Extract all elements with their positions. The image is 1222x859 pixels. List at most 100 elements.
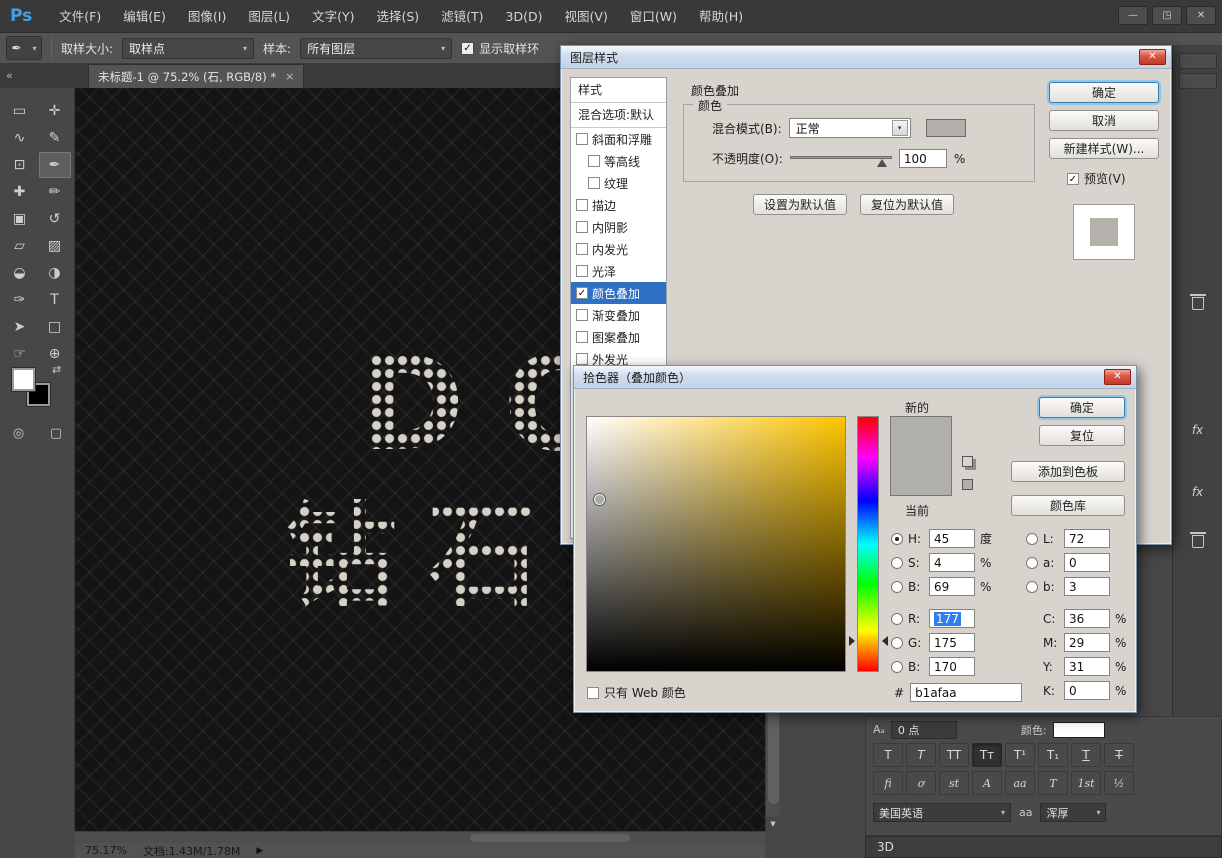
checkbox-icon[interactable] [576, 221, 588, 233]
swap-colors-icon[interactable]: ⇄ [52, 363, 61, 376]
menu-filter[interactable]: 滤镜(T) [430, 0, 494, 33]
preview-checkbox[interactable]: ✓ 预览(V) [1067, 170, 1159, 187]
hue-input[interactable]: 45 [929, 529, 975, 548]
close-button[interactable]: ✕ [1186, 6, 1216, 25]
hue-slider[interactable] [857, 416, 879, 672]
menu-3d[interactable]: 3D(D) [495, 0, 554, 33]
eyedropper-tool[interactable]: ✒ [39, 152, 71, 178]
red-radio[interactable] [891, 613, 903, 625]
style-item-stroke[interactable]: 描边 [571, 194, 666, 216]
color-libraries-button[interactable]: 颜色库 [1011, 495, 1125, 516]
style-item-gradient-overlay[interactable]: 渐变叠加 [571, 304, 666, 326]
foreground-color-swatch[interactable] [12, 368, 35, 391]
gradient-tool[interactable]: ▨ [39, 233, 71, 259]
layer-effects-fx-icon[interactable]: fx [1173, 423, 1222, 437]
menu-window[interactable]: 窗口(W) [619, 0, 688, 33]
faux-italic-button[interactable]: T [906, 743, 936, 767]
close-icon[interactable]: ✕ [1104, 369, 1131, 385]
lab-l-input[interactable]: 72 [1064, 529, 1110, 548]
new-style-button[interactable]: 新建样式(W)... [1049, 138, 1159, 159]
maximize-button[interactable]: ◳ [1152, 6, 1182, 25]
show-sampling-ring-checkbox[interactable]: ✓ 显示取样环 [461, 40, 539, 57]
yellow-input[interactable]: 31 [1064, 657, 1110, 676]
faux-bold-button[interactable]: T [873, 743, 903, 767]
layer-style-dialog-titlebar[interactable]: 图层样式 ✕ [561, 46, 1171, 69]
lab-b-input[interactable]: 3 [1064, 577, 1110, 596]
type-tool[interactable]: T [39, 287, 71, 313]
style-item-inner-glow[interactable]: 内发光 [571, 238, 666, 260]
lab-a-input[interactable]: 0 [1064, 553, 1110, 572]
opacity-slider-thumb[interactable] [877, 159, 887, 167]
baseline-shift-field[interactable]: 0 点 [891, 721, 957, 739]
layer-effects-fx-icon[interactable]: fx [1173, 485, 1222, 499]
path-selection-tool[interactable]: ➤ [4, 314, 36, 340]
collapsed-panel-tab[interactable] [1179, 53, 1217, 69]
all-caps-button[interactable]: TT [939, 743, 969, 767]
anti-alias-dropdown[interactable]: 浑厚 ▾ [1040, 803, 1106, 822]
spot-healing-brush-tool[interactable]: ✚ [4, 179, 36, 205]
blending-options-item[interactable]: 混合选项:默认 [571, 103, 666, 128]
style-item-contour[interactable]: 等高线 [571, 150, 666, 172]
text-color-swatch[interactable] [1053, 722, 1105, 738]
ordinals-button[interactable]: 1st [1071, 771, 1101, 795]
rectangle-tool[interactable]: □ [39, 314, 71, 340]
opacity-slider[interactable] [790, 151, 892, 167]
web-colors-only-checkbox[interactable]: 只有 Web 颜色 [587, 684, 686, 701]
hue-radio[interactable] [891, 533, 903, 545]
collapsed-panel-tab[interactable] [1179, 73, 1217, 89]
document-tab[interactable]: 未标题-1 @ 75.2% (石, RGB/8) * × [88, 64, 304, 88]
magenta-input[interactable]: 29 [1064, 633, 1110, 652]
checkbox-icon[interactable] [588, 155, 600, 167]
web-safe-color-swatch[interactable] [962, 479, 973, 490]
checkbox-icon[interactable] [576, 353, 588, 365]
menu-edit[interactable]: 编辑(E) [112, 0, 177, 33]
contextual-alternates-button[interactable]: ơ [906, 771, 936, 795]
small-caps-button[interactable]: Tᴛ [972, 743, 1002, 767]
blur-tool[interactable]: ◒ [4, 260, 36, 286]
blend-mode-dropdown[interactable]: 正常 ▾ [789, 118, 911, 138]
hue-slider-left-arrow[interactable] [849, 636, 855, 646]
checkbox-icon[interactable] [576, 133, 588, 145]
saturation-input[interactable]: 4 [929, 553, 975, 572]
current-color-swatch[interactable] [891, 456, 951, 495]
black-input[interactable]: 0 [1064, 681, 1110, 700]
superscript-button[interactable]: T¹ [1005, 743, 1035, 767]
underline-button[interactable]: T [1071, 743, 1101, 767]
pen-tool[interactable]: ✑ [4, 287, 36, 313]
checkbox-icon[interactable] [576, 243, 588, 255]
standard-ligatures-button[interactable]: fi [873, 771, 903, 795]
eraser-tool[interactable]: ▱ [4, 233, 36, 259]
minimize-button[interactable]: — [1118, 6, 1148, 25]
saturation-brightness-field[interactable] [586, 416, 846, 672]
blue-input[interactable]: 170 [929, 657, 975, 676]
reset-to-default-button[interactable]: 复位为默认值 [860, 194, 954, 215]
history-brush-tool[interactable]: ↺ [39, 206, 71, 232]
menu-image[interactable]: 图像(I) [177, 0, 237, 33]
lab-l-radio[interactable] [1026, 533, 1038, 545]
lab-a-radio[interactable] [1026, 557, 1038, 569]
style-item-inner-shadow[interactable]: 内阴影 [571, 216, 666, 238]
language-dropdown[interactable]: 美国英语 ▾ [873, 803, 1011, 822]
lab-b-radio[interactable] [1026, 581, 1038, 593]
blue-radio[interactable] [891, 661, 903, 673]
saturation-radio[interactable] [891, 557, 903, 569]
red-input[interactable]: 177 [929, 609, 975, 628]
discretionary-ligatures-button[interactable]: st [939, 771, 969, 795]
color-picker-titlebar[interactable]: 拾色器（叠加颜色） ✕ [574, 366, 1136, 389]
zoom-level-field[interactable]: 75.17% [85, 844, 127, 857]
opacity-input[interactable]: 100 [899, 149, 947, 168]
hue-slider-right-arrow[interactable] [882, 636, 888, 646]
checkbox-icon[interactable] [576, 265, 588, 277]
fractions-button[interactable]: ½ [1104, 771, 1134, 795]
menu-layer[interactable]: 图层(L) [237, 0, 301, 33]
titling-alternates-button[interactable]: T [1038, 771, 1068, 795]
menu-help[interactable]: 帮助(H) [688, 0, 754, 33]
cyan-input[interactable]: 36 [1064, 609, 1110, 628]
sample-layers-dropdown[interactable]: 所有图层 ▾ [300, 38, 452, 59]
checkbox-checked-icon[interactable]: ✓ [576, 287, 588, 299]
reset-button[interactable]: 复位 [1039, 425, 1125, 446]
close-icon[interactable]: ✕ [1139, 49, 1166, 65]
add-to-swatches-button[interactable]: 添加到色板 [1011, 461, 1125, 482]
style-item-pattern-overlay[interactable]: 图案叠加 [571, 326, 666, 348]
delete-icon[interactable] [1192, 535, 1204, 548]
